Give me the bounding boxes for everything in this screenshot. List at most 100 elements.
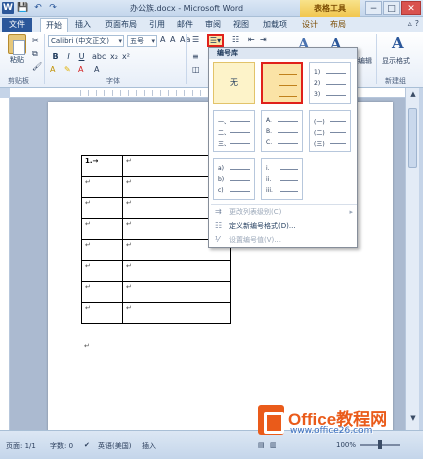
- zoom-slider-thumb[interactable]: [378, 440, 382, 449]
- table-cell[interactable]: ↵: [81, 239, 123, 261]
- tab-view[interactable]: 视图: [228, 18, 254, 32]
- numbering-tile-chinese-paren[interactable]: (一) (二) (三): [309, 110, 351, 152]
- char-shading-icon[interactable]: A: [94, 65, 99, 74]
- tab-layout[interactable]: 布局: [325, 18, 351, 32]
- insert-mode-status[interactable]: 插入: [142, 441, 156, 451]
- scroll-thumb[interactable]: [408, 108, 417, 168]
- vertical-scrollbar[interactable]: ▲ ▼: [405, 88, 419, 430]
- clipboard-icon: [8, 34, 26, 55]
- tab-mailings[interactable]: 邮件: [172, 18, 198, 32]
- window-title: 办公族.docx - Microsoft Word: [130, 4, 244, 13]
- text-effects-icon[interactable]: A: [50, 65, 55, 74]
- paragraph-mark: ↵: [84, 342, 90, 350]
- numbering-library-header: 编号库: [209, 48, 357, 59]
- numbering-tile-decimal[interactable]: [261, 62, 303, 104]
- scroll-up-icon[interactable]: ▲: [406, 90, 420, 98]
- show-format-icon[interactable]: A: [392, 34, 404, 52]
- table-cell[interactable]: ↵: [81, 260, 123, 282]
- vertical-ruler[interactable]: [0, 98, 10, 430]
- group-divider: [44, 34, 45, 84]
- table-cell[interactable]: ↵: [122, 281, 231, 303]
- full-screen-reading-icon[interactable]: ▥: [270, 441, 277, 449]
- table-cell[interactable]: ↵: [122, 302, 231, 324]
- align-left-icon[interactable]: ≡: [192, 52, 199, 61]
- cut-icon[interactable]: ✂: [32, 36, 39, 45]
- ribbon-tabs: 文件 开始 插入 页面布局 引用 邮件 审阅 视图 加载项 设计 布局 ▵ ?: [0, 17, 423, 32]
- word-logo-icon: W: [2, 2, 14, 14]
- maximize-button[interactable]: □: [383, 1, 400, 15]
- paste-button[interactable]: 粘贴: [5, 34, 29, 65]
- superscript-icon[interactable]: x²: [122, 52, 130, 61]
- new-group-label: 新建组: [385, 77, 406, 85]
- site-watermark: Office教程网 www.office26.com: [258, 405, 418, 437]
- close-button[interactable]: ✕: [401, 1, 421, 15]
- grow-font-icon[interactable]: A: [160, 35, 165, 44]
- numbering-tile-upper-alpha[interactable]: A. B. C.: [261, 110, 303, 152]
- tab-addins[interactable]: 加载项: [258, 18, 292, 32]
- help-icon[interactable]: ?: [415, 19, 419, 28]
- print-layout-icon[interactable]: ▤: [258, 441, 265, 449]
- page-count[interactable]: 页面: 1/1: [6, 441, 36, 451]
- font-color-icon[interactable]: A: [78, 65, 83, 74]
- table-cell[interactable]: ↵: [122, 260, 231, 282]
- subscript-icon[interactable]: x₂: [110, 52, 118, 61]
- table-row: ↵ ↵: [81, 302, 231, 324]
- list-level-icon: ⇉: [215, 207, 222, 216]
- italic-button[interactable]: I: [63, 51, 74, 62]
- tab-insert[interactable]: 插入: [70, 18, 96, 32]
- table-cell[interactable]: ↵: [81, 302, 123, 324]
- tab-design[interactable]: 设计: [297, 18, 323, 32]
- minimize-button[interactable]: −: [365, 1, 382, 15]
- shading-icon[interactable]: ◫: [192, 65, 200, 74]
- numbering-button[interactable]: ☰▾: [207, 34, 224, 47]
- decrease-indent-icon[interactable]: ⇤: [248, 35, 255, 44]
- copy-icon[interactable]: ⧉: [32, 49, 38, 59]
- increase-indent-icon[interactable]: ⇥: [260, 35, 267, 44]
- tab-file[interactable]: 文件: [2, 18, 32, 32]
- tab-references[interactable]: 引用: [144, 18, 170, 32]
- strikethrough-icon[interactable]: abc: [92, 52, 106, 61]
- word-count[interactable]: 字数: 0: [50, 441, 73, 451]
- ribbon-minimize-icon[interactable]: ▵: [408, 19, 412, 28]
- clipboard-group-label: 剪贴板: [8, 77, 29, 85]
- numbering-none-tile[interactable]: 无: [213, 62, 255, 104]
- numbering-tile-paren[interactable]: 1) 2) 3): [309, 62, 351, 104]
- table-cell[interactable]: ↵: [81, 281, 123, 303]
- font-group-label: 字体: [106, 77, 120, 85]
- format-painter-icon[interactable]: 🖌: [32, 62, 42, 71]
- numbering-tile-lower-alpha[interactable]: a) b) c): [213, 158, 255, 200]
- language-status[interactable]: 英语(美国): [98, 441, 131, 451]
- font-size-combo[interactable]: 五号: [127, 35, 157, 47]
- show-format-label[interactable]: 显示格式: [382, 56, 410, 66]
- table-row: ↵ ↵: [81, 260, 231, 282]
- undo-icon[interactable]: ↶: [32, 2, 44, 14]
- shrink-font-icon[interactable]: A: [170, 35, 175, 44]
- font-name-combo[interactable]: Calibri (中文正文): [48, 35, 124, 47]
- set-numbering-value-item: ⅟ 设置编号值(V)...: [209, 233, 357, 247]
- numbering-library-dropdown: 编号库 无 1) 2) 3) 一、 二、 三、 A. B. C. (一) (二)…: [208, 47, 358, 248]
- watermark-url: www.office26.com: [290, 426, 373, 436]
- editing-label[interactable]: 编辑: [358, 56, 372, 66]
- numbering-tile-chinese[interactable]: 一、 二、 三、: [213, 110, 255, 152]
- bullets-icon[interactable]: ☰: [192, 35, 199, 44]
- multilevel-list-icon[interactable]: ☷: [232, 35, 239, 44]
- redo-icon[interactable]: ↷: [47, 2, 59, 14]
- group-divider: [376, 34, 377, 84]
- define-new-number-format-item[interactable]: ☷ 定义新编号格式(D)...: [209, 219, 357, 233]
- tab-home[interactable]: 开始: [40, 18, 68, 32]
- proofing-icon[interactable]: ✔: [84, 441, 90, 449]
- underline-button[interactable]: U: [76, 51, 87, 62]
- table-cell[interactable]: 1.→: [81, 155, 123, 177]
- numbering-tile-roman[interactable]: i. ii. iii.: [261, 158, 303, 200]
- window-controls: − □ ✕: [365, 1, 421, 15]
- table-cell[interactable]: ↵: [81, 176, 123, 198]
- table-cell[interactable]: ↵: [81, 197, 123, 219]
- bold-button[interactable]: B: [50, 51, 61, 62]
- tab-review[interactable]: 审阅: [200, 18, 226, 32]
- highlight-icon[interactable]: ✎: [64, 65, 71, 74]
- title-bar: W 💾 ↶ ↷ 办公族.docx - Microsoft Word 表格工具 −…: [0, 0, 423, 17]
- tab-page-layout[interactable]: 页面布局: [100, 18, 142, 32]
- zoom-level[interactable]: 100%: [336, 441, 356, 449]
- save-icon[interactable]: 💾: [17, 2, 29, 14]
- table-cell[interactable]: ↵: [81, 218, 123, 240]
